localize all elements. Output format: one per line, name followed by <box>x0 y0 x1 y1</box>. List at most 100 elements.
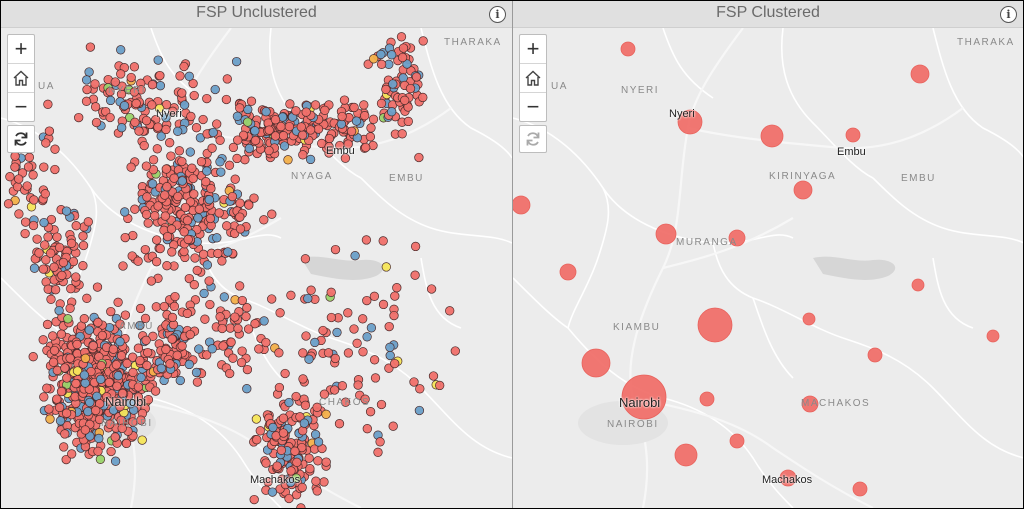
fsp-point <box>113 371 123 381</box>
fsp-point <box>376 59 387 69</box>
fsp-point <box>235 212 245 222</box>
info-icon[interactable]: i <box>1000 6 1017 23</box>
fsp-point <box>278 428 289 438</box>
fsp-point <box>120 207 130 217</box>
fsp-point <box>185 329 195 340</box>
fsp-point <box>44 126 55 136</box>
refresh-button[interactable] <box>519 125 547 153</box>
fsp-point <box>215 135 225 145</box>
fsp-point <box>165 138 175 148</box>
county-boundary <box>567 187 610 329</box>
refresh-button[interactable] <box>7 125 35 153</box>
fsp-cluster <box>793 180 813 200</box>
fsp-point <box>153 201 163 211</box>
fsp-point <box>304 453 314 463</box>
fsp-cluster <box>845 127 861 143</box>
zoom-control: + − <box>519 34 547 122</box>
fsp-point <box>389 310 399 321</box>
zoom-in-button[interactable]: + <box>8 35 34 64</box>
home-button[interactable] <box>520 64 546 93</box>
fsp-point <box>85 42 96 52</box>
map-canvas-unclustered[interactable]: NYERI THARAKA UA Nyeri Embu EMBU NYAGA A… <box>1 28 512 508</box>
fsp-point <box>162 261 172 271</box>
zoom-in-button[interactable]: + <box>520 35 546 64</box>
fsp-point <box>78 261 88 271</box>
fsp-point <box>225 368 235 379</box>
fsp-point <box>378 236 388 246</box>
fsp-point <box>177 176 187 186</box>
fsp-point <box>147 179 158 189</box>
fsp-point <box>410 270 420 280</box>
fsp-point <box>428 371 439 381</box>
zoom-out-button[interactable]: − <box>8 93 34 121</box>
fsp-point <box>235 198 245 208</box>
fsp-point <box>369 355 380 365</box>
fsp-cluster <box>697 307 733 343</box>
fsp-point <box>351 116 362 126</box>
fsp-point <box>264 125 274 135</box>
map-canvas-clustered[interactable]: NYERI THARAKA UA Nyeri Embu EMBU KIRINYA… <box>513 28 1023 508</box>
fsp-point <box>93 317 103 328</box>
fsp-point <box>278 131 289 141</box>
fsp-point <box>48 357 59 367</box>
zoom-out-button[interactable]: − <box>520 93 546 121</box>
fsp-point <box>161 124 171 135</box>
fsp-point <box>110 432 120 442</box>
fsp-point <box>280 368 290 379</box>
town-label-embu: Embu <box>837 146 866 158</box>
fsp-point <box>67 449 77 459</box>
road-line <box>687 107 964 150</box>
fsp-point <box>44 404 54 414</box>
map-svg-clustered[interactable] <box>513 28 1023 508</box>
fsp-point <box>411 72 422 82</box>
fsp-point <box>167 312 178 323</box>
info-icon[interactable]: i <box>489 6 506 23</box>
fsp-point <box>104 377 114 388</box>
fsp-point <box>22 181 32 191</box>
fsp-point <box>350 251 360 261</box>
fsp-point <box>126 72 136 83</box>
fsp-point <box>105 95 116 106</box>
map-svg-unclustered[interactable] <box>1 28 512 508</box>
fsp-point <box>188 173 198 184</box>
fsp-point <box>246 96 257 106</box>
fsp-point <box>291 391 301 402</box>
fsp-point <box>291 106 301 116</box>
fsp-point <box>52 394 62 404</box>
fsp-point <box>240 155 250 165</box>
fsp-point <box>118 261 128 271</box>
fsp-point <box>384 321 394 332</box>
fsp-point <box>208 127 218 138</box>
fsp-point <box>276 445 287 455</box>
home-button[interactable] <box>8 64 34 93</box>
fsp-point <box>204 276 214 286</box>
fsp-point <box>330 353 340 364</box>
fsp-point <box>120 310 131 320</box>
fsp-point <box>143 347 153 358</box>
fsp-point <box>150 386 161 396</box>
fsp-point <box>409 377 419 387</box>
fsp-point <box>139 140 149 151</box>
fsp-point <box>378 299 389 310</box>
fsp-point <box>392 283 402 293</box>
fsp-point <box>251 414 262 424</box>
fsp-point <box>151 257 162 267</box>
fsp-point <box>84 67 94 77</box>
fsp-point <box>58 257 69 268</box>
fsp-point <box>359 100 369 110</box>
fsp-point <box>305 154 316 165</box>
fsp-point <box>90 102 101 112</box>
fsp-point <box>198 249 209 259</box>
fsp-point <box>160 211 170 221</box>
fsp-point <box>153 55 163 65</box>
fsp-point <box>228 353 238 363</box>
county-label-tharaka: THARAKA <box>444 37 502 48</box>
fsp-point <box>233 323 243 334</box>
fsp-point <box>182 215 193 226</box>
fsp-point <box>215 312 225 322</box>
fsp-point <box>202 260 213 270</box>
fsp-point <box>418 36 428 46</box>
fsp-point <box>78 231 88 241</box>
fsp-point <box>252 435 262 445</box>
refresh-icon <box>526 132 540 146</box>
